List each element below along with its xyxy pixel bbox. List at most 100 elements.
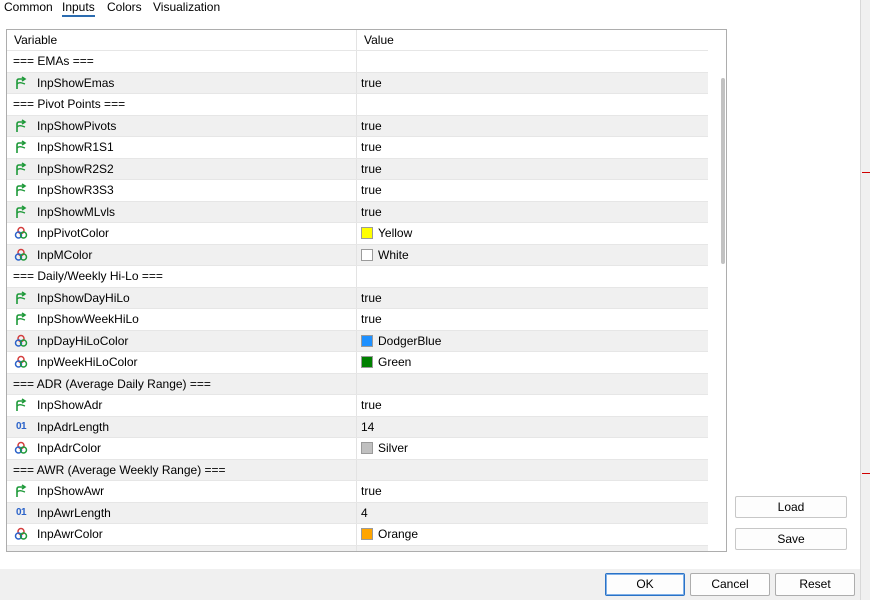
tab-common[interactable]: Common (4, 0, 53, 14)
value-cell[interactable]: Silver (357, 438, 708, 459)
value-cell[interactable]: true (357, 288, 708, 309)
column-header-variable[interactable]: Variable (7, 30, 357, 50)
scrollbar-thumb[interactable] (721, 78, 725, 264)
value-cell[interactable]: true (357, 116, 708, 137)
parameter-row[interactable]: InpShowAdr true (7, 394, 708, 416)
vertical-scrollbar[interactable] (712, 30, 726, 551)
variable-name: InpPivotColor (37, 226, 110, 241)
value-text: true (361, 140, 382, 155)
parameter-row[interactable]: InpShowWeekHiLo true (7, 308, 708, 330)
parameter-row[interactable]: InpAwrColor Orange (7, 523, 708, 545)
load-button[interactable]: Load (735, 496, 847, 518)
cancel-button[interactable]: Cancel (690, 573, 770, 596)
variable-cell: InpShowR3S3 (7, 180, 357, 201)
chart-line-marker (862, 172, 870, 173)
color-circles-icon (13, 334, 29, 348)
variable-cell (7, 545, 357, 551)
arrow-branch-icon (13, 183, 29, 197)
parameter-row[interactable]: InpShowR3S3 true (7, 179, 708, 201)
save-button[interactable]: Save (735, 528, 847, 550)
parameter-row[interactable]: InpShowDayHiLo true (7, 286, 708, 309)
section-label: === Daily/Weekly Hi-Lo === (13, 269, 163, 284)
value-cell[interactable]: Green (357, 352, 708, 373)
variable-cell: InpShowAdr (7, 395, 357, 416)
arrow-branch-icon (13, 162, 29, 176)
value-cell[interactable]: true (357, 395, 708, 416)
variable-cell: InpShowAwr (7, 481, 357, 502)
parameter-row[interactable]: InpWeekHiLoColor Green (7, 351, 708, 373)
color-swatch[interactable] (361, 356, 373, 369)
parameter-row[interactable]: 01 InpAwrLength 4 (7, 501, 708, 524)
parameter-row[interactable]: InpPivotColor Yellow (7, 222, 708, 244)
variable-cell: InpShowEmas (7, 72, 357, 93)
integer-icon: 01 (15, 507, 27, 519)
value-text: true (361, 398, 382, 413)
parameter-row[interactable]: InpShowPivots true (7, 114, 708, 137)
parameter-row[interactable]: InpAdrColor Silver (7, 437, 708, 459)
variable-cell: InpShowR1S1 (7, 137, 357, 158)
section-label: === ADR (Average Daily Range) === (13, 376, 211, 391)
ok-button[interactable]: OK (605, 573, 685, 596)
value-text: Silver (378, 441, 409, 456)
integer-icon: 01 (15, 421, 27, 433)
variable-name: InpShowPivots (37, 118, 117, 133)
value-text: true (361, 161, 382, 176)
variable-name: InpShowEmas (37, 75, 115, 90)
variable-name: InpWeekHiLoColor (37, 355, 138, 370)
variable-cell: 01 InpAwrLength (7, 502, 357, 523)
value-cell[interactable]: true (357, 159, 708, 180)
value-cell[interactable]: true (357, 309, 708, 330)
parameter-row[interactable]: InpShowR2S2 true (7, 157, 708, 180)
color-swatch[interactable] (361, 334, 373, 347)
variable-name: InpAwrColor (37, 527, 103, 542)
tab-visualization[interactable]: Visualization (153, 0, 220, 14)
arrow-branch-icon (13, 398, 29, 412)
color-swatch[interactable] (361, 442, 373, 455)
variable-name: InpShowR1S1 (37, 140, 114, 155)
parameter-row[interactable]: InpMColor White (7, 243, 708, 266)
parameter-row[interactable]: InpShowEmas true (7, 71, 708, 94)
value-cell[interactable]: true (357, 481, 708, 502)
parameter-row[interactable]: InpShowMLvls true (7, 200, 708, 223)
value-cell[interactable]: Orange (357, 524, 708, 545)
value-cell[interactable]: Yellow (357, 223, 708, 244)
section-row: === Daily/Weekly Hi-Lo === (7, 265, 708, 287)
value-cell[interactable]: true (357, 180, 708, 201)
value-cell (357, 51, 708, 72)
value-cell[interactable]: true (357, 73, 708, 94)
value-text: 14 (361, 419, 375, 434)
value-cell[interactable]: White (357, 245, 708, 266)
value-cell (357, 374, 708, 395)
arrow-branch-icon (13, 312, 29, 326)
parameter-row[interactable]: 01 InpAdrLength 14 (7, 415, 708, 438)
color-swatch[interactable] (361, 227, 373, 240)
parameter-row[interactable]: InpShowR1S1 true (7, 136, 708, 158)
value-cell[interactable]: 14 (357, 417, 708, 438)
value-cell[interactable]: true (357, 137, 708, 158)
variable-cell: InpAwrColor (7, 524, 357, 545)
color-circles-icon (13, 355, 29, 369)
variable-name: InpShowR3S3 (37, 183, 114, 198)
section-label: === AWR (Average Weekly Range) === (13, 462, 226, 477)
variable-cell: InpPivotColor (7, 223, 357, 244)
variable-name: InpMColor (37, 247, 93, 262)
tab-inputs[interactable]: Inputs (62, 0, 95, 17)
reset-button[interactable]: Reset (775, 573, 855, 596)
variable-name: InpShowAdr (37, 398, 103, 413)
value-cell[interactable]: 4 (357, 503, 708, 524)
value-cell[interactable]: DodgerBlue (357, 331, 708, 352)
value-cell[interactable]: true (357, 202, 708, 223)
arrow-branch-icon (13, 484, 29, 498)
value-cell (357, 94, 708, 115)
variable-cell: InpShowMLvls (7, 201, 357, 222)
column-header-value[interactable]: Value (357, 30, 708, 50)
variable-cell: InpAdrColor (7, 438, 357, 459)
tab-colors[interactable]: Colors (107, 0, 142, 14)
variable-cell: InpWeekHiLoColor (7, 352, 357, 373)
parameter-row[interactable]: InpDayHiLoColor DodgerBlue (7, 329, 708, 352)
section-row: === ADR (Average Daily Range) === (7, 372, 708, 395)
color-swatch[interactable] (361, 528, 373, 541)
color-swatch[interactable] (361, 248, 373, 261)
parameter-row[interactable]: InpShowAwr true (7, 480, 708, 502)
section-label: === Pivot Points === (13, 97, 126, 112)
